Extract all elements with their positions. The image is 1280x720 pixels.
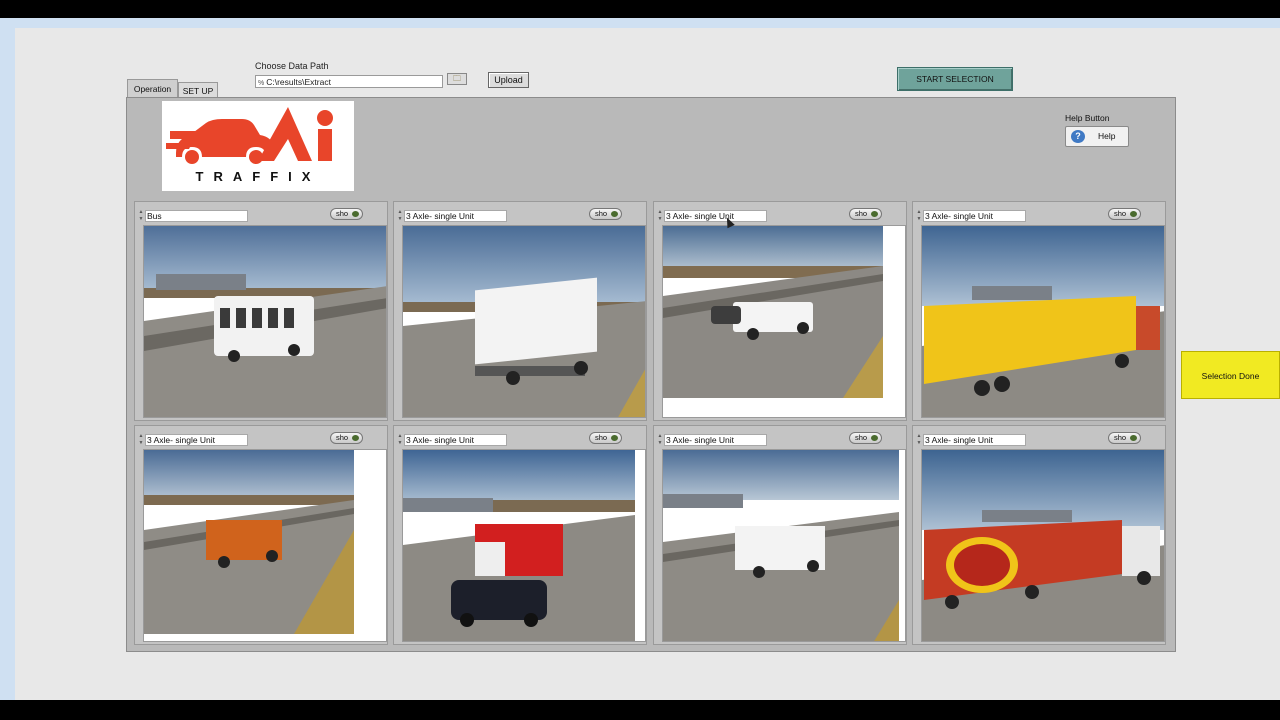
vehicle-cell-5: ▲ ▼ 3 Axle- single Unit sho xyxy=(134,425,388,645)
data-path-input[interactable]: % C:\results\Extract xyxy=(255,75,443,88)
vehicle-image xyxy=(143,225,387,418)
vehicle-image xyxy=(402,449,646,642)
help-label: Help Button xyxy=(1065,113,1110,123)
logo-text: TRAFFIX xyxy=(196,169,321,184)
vehicle-image xyxy=(143,449,387,642)
vehicle-class-field[interactable]: 3 Axle- single Unit xyxy=(664,210,767,222)
vehicle-cell-8: ▲ ▼ 3 Axle- single Unit sho xyxy=(912,425,1166,645)
vehicle-image xyxy=(921,225,1165,418)
class-spinner[interactable]: ▲ ▼ xyxy=(657,433,663,447)
upload-button[interactable]: Upload xyxy=(488,72,529,88)
path-icon: % xyxy=(258,80,265,87)
show-button[interactable]: sho xyxy=(849,432,882,444)
vehicle-cell-1: ▲ ▼ Bus sho xyxy=(134,201,388,421)
traffix-logo: TRAFFIX xyxy=(162,101,354,191)
show-button[interactable]: sho xyxy=(330,432,363,444)
vehicle-image xyxy=(921,449,1165,642)
show-button[interactable]: sho xyxy=(849,208,882,220)
vehicle-class-field[interactable]: 3 Axle- single Unit xyxy=(404,210,507,222)
vehicle-cell-3: ▲ ▼ 3 Axle- single Unit sho xyxy=(653,201,907,421)
selection-done-indicator[interactable]: Selection Done xyxy=(1181,351,1280,399)
vehicle-class-field[interactable]: 3 Axle- single Unit xyxy=(923,434,1026,446)
data-path-value: C:\results\Extract xyxy=(266,77,331,87)
show-button[interactable]: sho xyxy=(589,432,622,444)
show-button[interactable]: sho xyxy=(1108,432,1141,444)
vehicle-cell-7: ▲ ▼ 3 Axle- single Unit sho xyxy=(653,425,907,645)
question-icon: ? xyxy=(1071,130,1085,143)
data-path-label: Choose Data Path xyxy=(255,61,329,71)
class-spinner[interactable]: ▲ ▼ xyxy=(397,433,403,447)
folder-icon: 🗀 xyxy=(453,74,461,83)
tab-operation[interactable]: Operation xyxy=(127,79,178,99)
vehicle-image xyxy=(662,225,906,418)
browse-folder-button[interactable]: 🗀 xyxy=(447,73,467,85)
class-spinner[interactable]: ▲ ▼ xyxy=(916,433,922,447)
vehicle-image xyxy=(402,225,646,418)
vehicle-image xyxy=(662,449,906,642)
vehicle-cell-6: ▲ ▼ 3 Axle- single Unit sho xyxy=(393,425,647,645)
vehicle-class-field[interactable]: 3 Axle- single Unit xyxy=(404,434,507,446)
start-selection-button[interactable]: START SELECTION xyxy=(897,67,1013,91)
help-button-label: Help xyxy=(1098,131,1116,141)
vehicle-cell-2: ▲ ▼ 3 Axle- single Unit sho xyxy=(393,201,647,421)
show-button[interactable]: sho xyxy=(330,208,363,220)
vehicle-class-field[interactable]: 3 Axle- single Unit xyxy=(145,434,248,446)
show-button[interactable]: sho xyxy=(589,208,622,220)
help-button[interactable]: ? Help xyxy=(1065,126,1129,147)
class-spinner[interactable]: ▲ ▼ xyxy=(138,433,144,447)
vehicle-cell-4: ▲ ▼ 3 Axle- single Unit sho xyxy=(912,201,1166,421)
class-spinner[interactable]: ▲ ▼ xyxy=(916,209,922,223)
vehicle-class-field[interactable]: 3 Axle- single Unit xyxy=(923,210,1026,222)
vehicle-class-field[interactable]: Bus xyxy=(145,210,248,222)
vehicle-class-field[interactable]: 3 Axle- single Unit xyxy=(664,434,767,446)
show-button[interactable]: sho xyxy=(1108,208,1141,220)
class-spinner[interactable]: ▲ ▼ xyxy=(397,209,403,223)
class-spinner[interactable]: ▲ ▼ xyxy=(138,209,144,223)
class-spinner[interactable]: ▲ ▼ xyxy=(657,209,663,223)
